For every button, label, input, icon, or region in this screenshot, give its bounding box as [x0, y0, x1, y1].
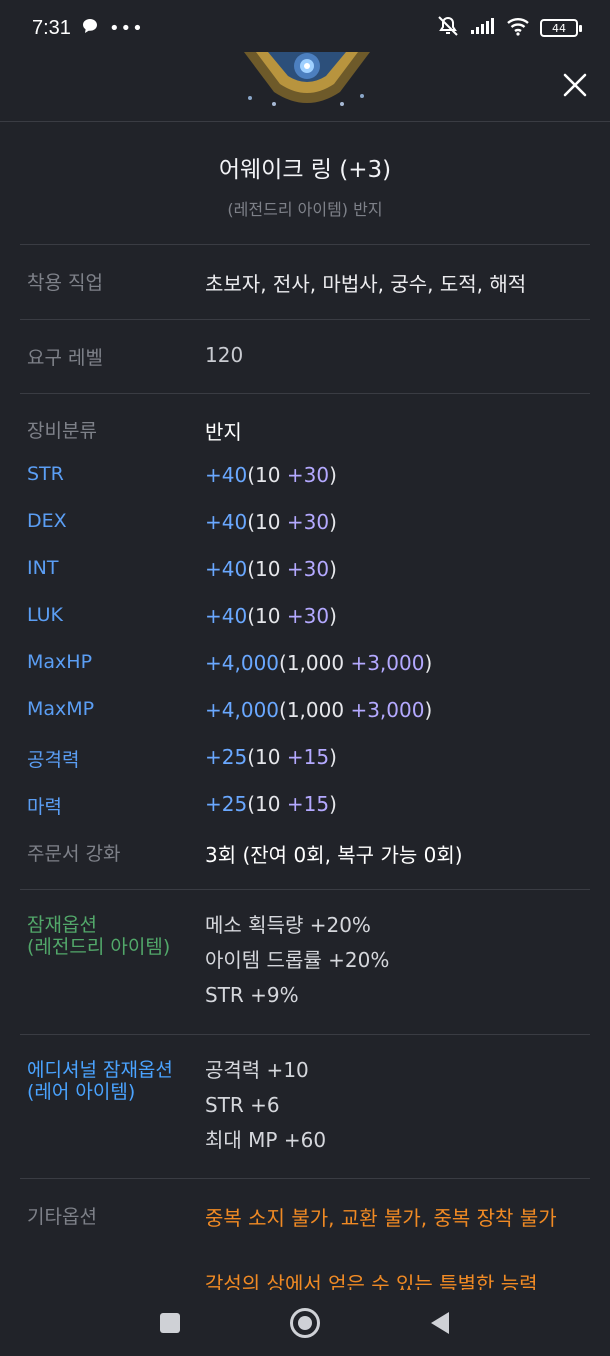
battery-icon: 44 [540, 19, 582, 37]
potential-line: STR +9% [205, 983, 299, 1007]
ring-item-image [234, 52, 380, 110]
scroll-value: 3회 (잔여 0회, 복구 가능 0회) [205, 843, 463, 867]
other-options-next-line: 각성의 상에서 얻은 수 있는 특별한 능력 [205, 1272, 538, 1290]
stat-label: 마력 [27, 796, 62, 818]
close-icon [563, 73, 587, 97]
battery-level: 44 [552, 21, 566, 35]
additional-line: 공격력 +10 [205, 1058, 309, 1082]
circle-home-icon [290, 1308, 320, 1338]
job-label: 착용 직업 [27, 272, 103, 294]
other-options-value: 중복 소지 불가, 교환 불가, 중복 장착 불가 [205, 1206, 557, 1230]
potential-line: 메소 획득량 +20% [205, 913, 371, 937]
stat-value: +25(10 +15) [205, 792, 337, 816]
additional-line: 최대 MP +60 [205, 1128, 327, 1152]
item-header [0, 50, 610, 122]
item-subtitle: (레전드리 아이템) 반지 [227, 200, 383, 219]
category-label: 장비분류 [27, 420, 97, 442]
stat-label: 공격력 [27, 749, 80, 771]
stat-label: STR [27, 463, 64, 485]
back-button[interactable] [420, 1303, 460, 1343]
stat-label: LUK [27, 604, 64, 626]
additional-line: STR +6 [205, 1093, 280, 1117]
other-options-label: 기타옵션 [27, 1206, 97, 1228]
divider [20, 889, 590, 890]
divider [20, 1178, 590, 1179]
square-icon [160, 1313, 180, 1333]
stat-value: +40(10 +30) [205, 463, 337, 487]
status-time: 7:31 [32, 16, 71, 39]
additional-potential-lines: 공격력 +10 STR +6 최대 MP +60 [205, 1053, 326, 1158]
stat-value: +4,000(1,000 +3,000) [205, 651, 433, 675]
category-value: 반지 [205, 420, 242, 444]
divider [20, 244, 590, 245]
stat-label: MaxMP [27, 698, 95, 720]
divider [20, 393, 590, 394]
additional-potential-label: 에디셔널 잠재옵션 (레어 아이템) [27, 1059, 173, 1103]
level-label: 요구 레벨 [27, 347, 103, 369]
potential-lines: 메소 획득량 +20% 아이템 드롭률 +20% STR +9% [205, 908, 389, 1013]
close-button[interactable] [558, 68, 592, 102]
wifi-icon [506, 16, 530, 41]
more-dots-icon: ••• [108, 17, 144, 39]
chat-bubble-icon [81, 17, 99, 40]
stat-label: INT [27, 557, 59, 579]
scroll-label: 주문서 강화 [27, 843, 121, 865]
stat-label: DEX [27, 510, 67, 532]
item-name: 어웨이크 링 (+3) [218, 157, 392, 183]
stat-label: MaxHP [27, 651, 93, 673]
item-title-block: 어웨이크 링 (+3) (레전드리 아이템) 반지 [0, 150, 610, 220]
mute-icon [436, 15, 460, 42]
potential-label: 잠재옵션 (레전드리 아이템) [27, 914, 171, 958]
divider [20, 1034, 590, 1035]
recents-button[interactable] [150, 1303, 190, 1343]
stat-value: +25(10 +15) [205, 745, 337, 769]
stat-value: +40(10 +30) [205, 557, 337, 581]
stat-value: +40(10 +30) [205, 604, 337, 628]
divider [20, 319, 590, 320]
level-value: 120 [205, 343, 244, 367]
home-button[interactable] [285, 1303, 325, 1343]
stat-value: +40(10 +30) [205, 510, 337, 534]
stat-value: +4,000(1,000 +3,000) [205, 698, 433, 722]
status-bar: 7:31 ••• 44 [0, 0, 610, 56]
signal-icon [470, 17, 496, 40]
potential-line: 아이템 드롭률 +20% [205, 948, 390, 972]
navigation-bar [0, 1290, 610, 1356]
triangle-back-icon [431, 1312, 449, 1334]
job-value: 초보자, 전사, 마법사, 궁수, 도적, 해적 [205, 272, 527, 296]
